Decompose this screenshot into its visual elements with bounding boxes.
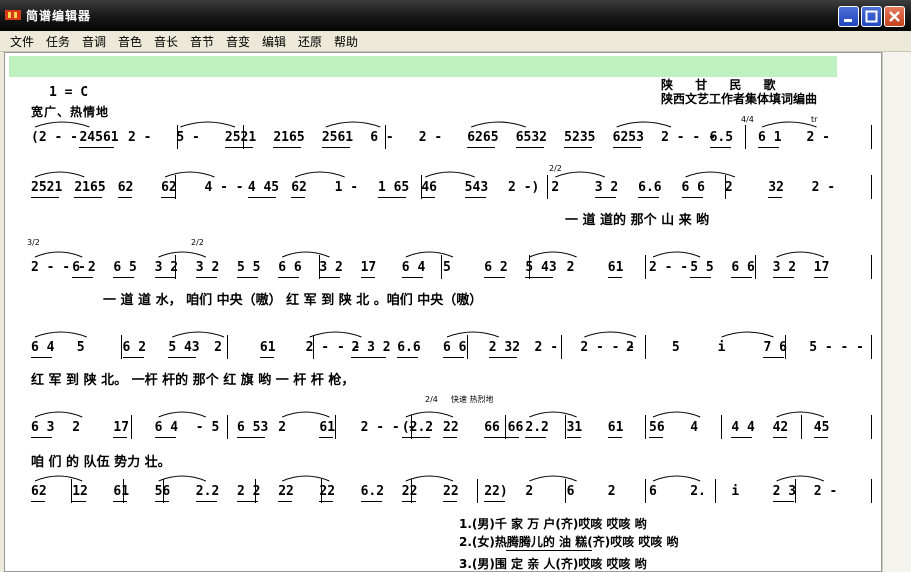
- vertical-scrollbar[interactable]: [882, 52, 911, 572]
- note-group[interactable]: 6: [649, 485, 657, 498]
- note-group[interactable]: i: [731, 485, 739, 498]
- note-group[interactable]: 22): [484, 485, 507, 498]
- note-group[interactable]: 22: [443, 485, 459, 498]
- menu-measure[interactable]: 音节: [190, 33, 214, 50]
- beam-line: [195, 501, 217, 502]
- menu-timbre[interactable]: 音色: [118, 33, 142, 50]
- note-group[interactable]: 22: [278, 485, 294, 498]
- time-mark: 2/2: [191, 238, 204, 247]
- time-mark: 2/2: [549, 164, 562, 173]
- verse-underline: [506, 550, 592, 551]
- menu-edit[interactable]: 编辑: [262, 33, 286, 50]
- menu-task[interactable]: 任务: [46, 33, 70, 50]
- note-group[interactable]: 22: [402, 485, 418, 498]
- menu-file[interactable]: 文件: [10, 33, 34, 50]
- note-group[interactable]: 6.2: [361, 485, 384, 498]
- lyric-line: 一 道 道的 那个 山 来 哟: [565, 213, 710, 228]
- note-group[interactable]: 2 2: [237, 485, 260, 498]
- beam-line: [113, 501, 128, 502]
- menu-restore[interactable]: 还原: [298, 33, 322, 50]
- trill-mark: tr: [811, 115, 818, 124]
- menu-help[interactable]: 帮助: [334, 33, 358, 50]
- time-mark: 3/2: [27, 238, 40, 247]
- note-group[interactable]: 2 3: [773, 485, 796, 498]
- minimize-button[interactable]: [838, 6, 859, 27]
- score-canvas[interactable]: 1 = C 宽广、热情地 陕 甘 民 歌 陕西文艺工作者集体填词编曲 (2 - …: [4, 52, 882, 572]
- lyric-line: 红 军 到 陕 北。 一杆 杆的 那个 红 旗 哟 一 杆 杆 枪，: [31, 373, 355, 388]
- beam-line: [154, 501, 169, 502]
- minimize-icon: [844, 19, 852, 22]
- note-group[interactable]: 2.2: [196, 485, 219, 498]
- verse-line: 3.(男)围 定 亲 人(齐)哎咳 哎咳 哟: [459, 557, 647, 571]
- app-icon: [5, 10, 21, 20]
- tempo-change: 快速 热烈地: [451, 395, 494, 404]
- beam-line: [278, 501, 293, 502]
- menu-bar: 文件 任务 音调 音色 音长 音节 音变 编辑 还原 帮助: [0, 31, 911, 52]
- menu-duration[interactable]: 音长: [154, 33, 178, 50]
- beam-line: [31, 501, 45, 502]
- note-group[interactable]: 2: [525, 485, 533, 498]
- beam-line: [772, 501, 794, 502]
- close-icon: [889, 11, 900, 22]
- note-group[interactable]: 2 -: [814, 485, 837, 498]
- lyric-line: 咱 们 的 队伍 势力 壮。: [31, 455, 171, 470]
- window-title: 简谱编辑器: [26, 9, 92, 23]
- lyric-line: 一 道 道 水， 咱们 中央（嗷） 红 军 到 陕 北 。咱们 中央（嗷）: [103, 293, 483, 308]
- title-bar: 简谱编辑器: [0, 0, 911, 31]
- time-mark: 2/4: [425, 395, 438, 404]
- note-group[interactable]: 62: [31, 485, 47, 498]
- verse-line: 2.(女)热腾腾儿的 油 糕(齐)哎咳 哎咳 哟: [459, 535, 679, 549]
- beam-line: [360, 501, 382, 502]
- beam-line: [443, 501, 457, 502]
- note-group[interactable]: 6: [567, 485, 575, 498]
- beam-line: [401, 501, 416, 502]
- close-button[interactable]: [884, 6, 905, 27]
- menu-key[interactable]: 音调: [82, 33, 106, 50]
- note-group[interactable]: 2.: [690, 485, 706, 498]
- note-group[interactable]: 2: [608, 485, 616, 498]
- time-mark: 4/4: [741, 115, 754, 124]
- beam-line: [237, 501, 258, 502]
- maximize-button[interactable]: [861, 6, 882, 27]
- menu-transform[interactable]: 音变: [226, 33, 250, 50]
- maximize-icon: [865, 10, 878, 23]
- note-group[interactable]: 12: [72, 485, 88, 498]
- beam-line: [319, 501, 334, 502]
- verse-line: 1.(男)千 家 万 户(齐)哎咳 哎咳 哟: [459, 517, 647, 531]
- beam-line: [484, 501, 506, 502]
- beam-line: [72, 501, 87, 502]
- note-group[interactable]: 61: [113, 485, 129, 498]
